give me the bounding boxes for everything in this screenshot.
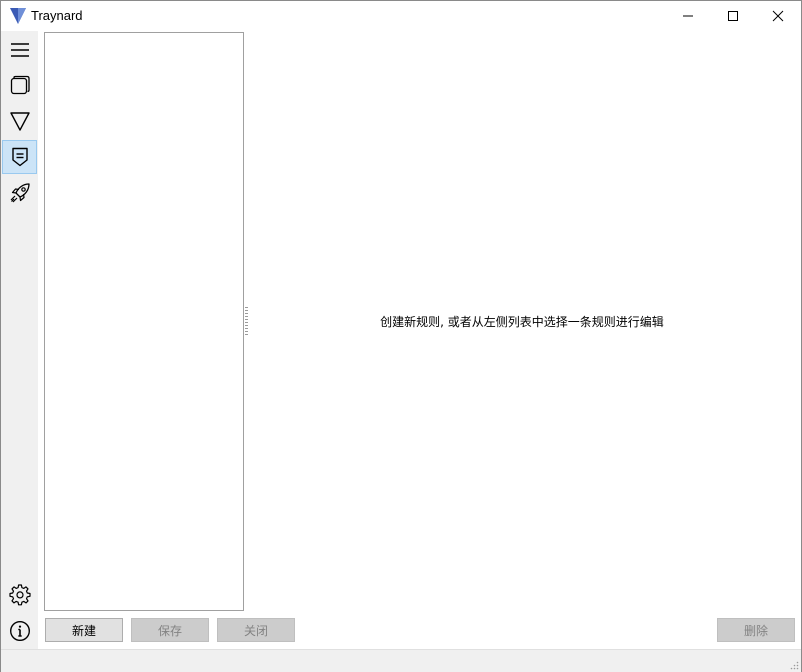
title-bar[interactable]: Traynard bbox=[1, 1, 801, 31]
app-logo-icon bbox=[10, 8, 26, 24]
app-window: Traynard 创建新规则, 或者从左侧列表中选择一条规则进行编辑 新建 保存… bbox=[0, 0, 802, 672]
minimize-button[interactable] bbox=[665, 1, 711, 31]
windows-icon bbox=[10, 75, 30, 95]
sidebar-launch-button[interactable] bbox=[2, 176, 37, 210]
close-window-button[interactable] bbox=[755, 1, 801, 31]
menu-icon bbox=[10, 43, 29, 57]
sidebar-menu-button[interactable] bbox=[2, 33, 37, 67]
triangle-icon bbox=[9, 112, 30, 131]
sidebar-about-button[interactable] bbox=[2, 614, 37, 648]
sidebar bbox=[1, 31, 38, 649]
maximize-icon bbox=[728, 11, 738, 21]
window-title: Traynard bbox=[31, 8, 83, 23]
save-rule-button[interactable]: 保存 bbox=[131, 618, 209, 642]
editor-placeholder-text: 创建新规则, 或者从左侧列表中选择一条规则进行编辑 bbox=[380, 315, 664, 329]
close-icon bbox=[772, 10, 784, 22]
rocket-icon bbox=[10, 183, 30, 203]
status-bar bbox=[1, 649, 801, 672]
sidebar-windows-button[interactable] bbox=[2, 69, 37, 103]
gear-icon bbox=[8, 584, 31, 606]
sidebar-triangle-button[interactable] bbox=[2, 104, 37, 138]
sidebar-settings-button[interactable] bbox=[2, 578, 37, 612]
info-icon bbox=[9, 620, 30, 642]
resize-grip-icon[interactable] bbox=[789, 660, 799, 670]
close-rule-button[interactable]: 关闭 bbox=[217, 618, 295, 642]
rule-list[interactable] bbox=[44, 32, 244, 611]
sidebar-rules-button[interactable] bbox=[2, 140, 37, 174]
new-rule-button[interactable]: 新建 bbox=[45, 618, 123, 642]
rule-icon bbox=[11, 147, 28, 167]
maximize-button[interactable] bbox=[710, 1, 756, 31]
minimize-icon bbox=[683, 15, 693, 17]
delete-rule-button[interactable]: 删除 bbox=[717, 618, 795, 642]
